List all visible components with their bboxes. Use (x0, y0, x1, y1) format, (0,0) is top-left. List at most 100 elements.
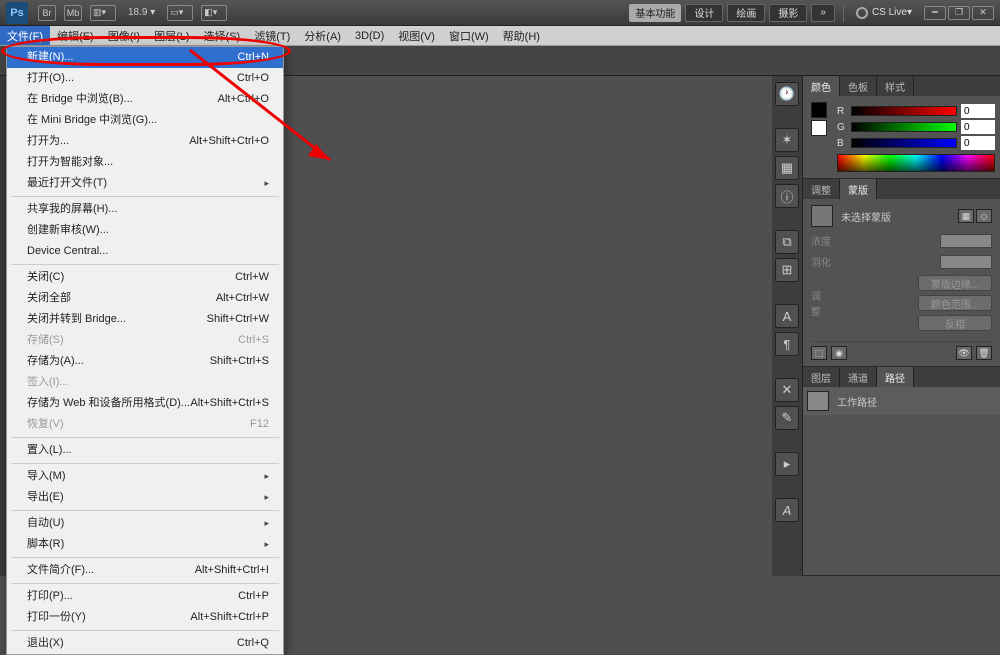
tab-swatches[interactable]: 色板 (840, 76, 877, 96)
menu-select[interactable]: 选择(S) (197, 26, 248, 45)
menu-analysis[interactable]: 分析(A) (297, 26, 348, 45)
menu-item-device-central[interactable]: Device Central... (7, 241, 283, 262)
minibridge-icon[interactable]: Mb (64, 5, 82, 21)
menu-item-print-one[interactable]: 打印一份(Y)Alt+Shift+Ctrl+P (7, 607, 283, 628)
window-close-button[interactable]: ✕ (972, 6, 994, 20)
tab-masks[interactable]: 蒙版 (840, 179, 877, 199)
menu-item-share-screen[interactable]: 共享我的屏幕(H)... (7, 199, 283, 220)
mask-thumb[interactable] (811, 205, 833, 227)
tab-layers[interactable]: 图层 (803, 367, 840, 387)
menu-help[interactable]: 帮助(H) (496, 26, 547, 45)
g-slider[interactable] (851, 122, 957, 132)
g-input[interactable]: 0 (961, 120, 995, 134)
dock-brush-icon[interactable]: ✶ (775, 128, 799, 152)
menu-item-revert[interactable]: 恢复(V)F12 (7, 414, 283, 435)
tab-channels[interactable]: 通道 (840, 367, 877, 387)
window-minimize-button[interactable]: ━ (924, 6, 946, 20)
dock-para-icon[interactable]: ¶ (775, 332, 799, 356)
menu-item-open[interactable]: 打开(O)...Ctrl+O (7, 68, 283, 89)
tab-color[interactable]: 颜色 (803, 76, 840, 96)
workspace-more-button[interactable]: » (811, 4, 835, 22)
dock-info-icon[interactable]: ⓘ (775, 184, 799, 208)
vector-mask-icon[interactable]: ◇ (976, 209, 992, 223)
mask-apply-icon[interactable]: ◉ (831, 346, 847, 360)
menu-item-exit[interactable]: 退出(X)Ctrl+Q (7, 633, 283, 654)
menu-item-open-smart[interactable]: 打开为智能对象... (7, 152, 283, 173)
pixel-mask-icon[interactable]: ▦ (958, 209, 974, 223)
menu-item-open-as[interactable]: 打开为...Alt+Shift+Ctrl+O (7, 131, 283, 152)
menu-edit[interactable]: 编辑(E) (50, 26, 101, 45)
foreground-swatch[interactable] (811, 102, 827, 118)
cs-live-button[interactable]: CS Live ▾ (856, 7, 912, 19)
menu-item-print[interactable]: 打印(P)...Ctrl+P (7, 586, 283, 607)
workspace-essentials-button[interactable]: 基本功能 (629, 4, 681, 22)
dock-clone-icon[interactable]: ⧉ (775, 230, 799, 254)
menu-view[interactable]: 视图(V) (391, 26, 442, 45)
menu-item-recent[interactable]: 最近打开文件(T) (7, 173, 283, 194)
dock-history-icon[interactable]: 🕐 (775, 82, 799, 106)
dock-presets-icon[interactable]: ✎ (775, 406, 799, 430)
menu-item-save-as[interactable]: 存储为(A)...Shift+Ctrl+S (7, 351, 283, 372)
menu-item-export[interactable]: 导出(E) (7, 487, 283, 508)
window-restore-button[interactable]: ❐ (948, 6, 970, 20)
menu-layer[interactable]: 图层(L) (147, 26, 196, 45)
dock-char-icon[interactable]: A (775, 304, 799, 328)
workspace-paint-button[interactable]: 绘画 (727, 4, 765, 22)
dock-actions-icon[interactable]: ▸ (775, 452, 799, 476)
menu-3d[interactable]: 3D(D) (348, 26, 391, 45)
menu-item-automate[interactable]: 自动(U) (7, 513, 283, 534)
menu-item-scripts[interactable]: 脚本(R) (7, 534, 283, 555)
menu-item-mini-bridge[interactable]: 在 Mini Bridge 中浏览(G)... (7, 110, 283, 131)
density-input[interactable] (940, 234, 992, 248)
menu-item-place[interactable]: 置入(L)... (7, 440, 283, 461)
menu-item-close[interactable]: 关闭(C)Ctrl+W (7, 267, 283, 288)
menu-window[interactable]: 窗口(W) (442, 26, 496, 45)
tab-adjustments[interactable]: 调整 (803, 179, 840, 199)
menu-item-save[interactable]: 存储(S)Ctrl+S (7, 330, 283, 351)
menu-item-close-all[interactable]: 关闭全部Alt+Ctrl+W (7, 288, 283, 309)
r-input[interactable]: 0 (961, 104, 995, 118)
workspace-design-button[interactable]: 设计 (685, 4, 723, 22)
density-label: 浓度 (811, 233, 831, 248)
background-swatch[interactable] (811, 120, 827, 136)
menu-filter[interactable]: 滤镜(T) (247, 26, 297, 45)
path-item-label: 工作路径 (837, 394, 877, 409)
dock-brushpresets-icon[interactable]: ▦ (775, 156, 799, 180)
menu-bar: 文件(F) 编辑(E) 图像(I) 图层(L) 选择(S) 滤镜(T) 分析(A… (0, 26, 1000, 46)
menu-item-new-review[interactable]: 创建新审核(W)... (7, 220, 283, 241)
tab-styles[interactable]: 样式 (877, 76, 914, 96)
menu-item-import[interactable]: 导入(M) (7, 466, 283, 487)
menu-item-close-bridge[interactable]: 关闭并转到 Bridge...Shift+Ctrl+W (7, 309, 283, 330)
spectrum-bar[interactable] (837, 154, 995, 172)
feather-input[interactable] (940, 255, 992, 269)
menu-item-file-info[interactable]: 文件简介(F)...Alt+Shift+Ctrl+I (7, 560, 283, 581)
workspace-photo-button[interactable]: 摄影 (769, 4, 807, 22)
screen-mode-dropdown[interactable]: ▭▾ (167, 5, 193, 21)
menu-item-new[interactable]: 新建(N)...Ctrl+N (7, 47, 283, 68)
r-slider[interactable] (851, 106, 957, 116)
mask-delete-icon[interactable]: 🗑 (976, 346, 992, 360)
dock-tools-icon[interactable]: ✕ (775, 378, 799, 402)
arrange-docs-dropdown[interactable]: ▥▾ (90, 5, 116, 21)
dock-nav-icon[interactable]: ⊞ (775, 258, 799, 282)
color-range-button[interactable]: 颜色范围... (918, 295, 992, 311)
menu-file[interactable]: 文件(F) (0, 26, 50, 45)
extras-dropdown[interactable]: ◧▾ (201, 5, 227, 21)
zoom-level[interactable]: 18.9 ▾ (128, 7, 155, 18)
b-slider[interactable] (851, 138, 957, 148)
path-item-work-path[interactable]: 工作路径 (803, 387, 1000, 415)
menu-item-browse-bridge[interactable]: 在 Bridge 中浏览(B)...Alt+Ctrl+O (7, 89, 283, 110)
menu-item-save-web[interactable]: 存储为 Web 和设备所用格式(D)...Alt+Shift+Ctrl+S (7, 393, 283, 414)
mask-status-text: 未选择蒙版 (841, 209, 891, 224)
mask-edge-button[interactable]: 蒙版边缘... (918, 275, 992, 291)
mask-load-icon[interactable]: ⬚ (811, 346, 827, 360)
menu-image[interactable]: 图像(I) (101, 26, 147, 45)
invert-button[interactable]: 反相 (918, 315, 992, 331)
mask-toggle-icon[interactable]: 👁 (956, 346, 972, 360)
tab-paths[interactable]: 路径 (877, 367, 914, 387)
menu-item-checkin[interactable]: 签入(I)... (7, 372, 283, 393)
right-panels: 🕐 ✶ ▦ ⓘ ⧉ ⊞ A ¶ ✕ ✎ ▸ A 颜色 色板 (772, 76, 1000, 576)
b-input[interactable]: 0 (961, 136, 995, 150)
bridge-icon[interactable]: Br (38, 5, 56, 21)
dock-text-icon[interactable]: A (775, 498, 799, 522)
